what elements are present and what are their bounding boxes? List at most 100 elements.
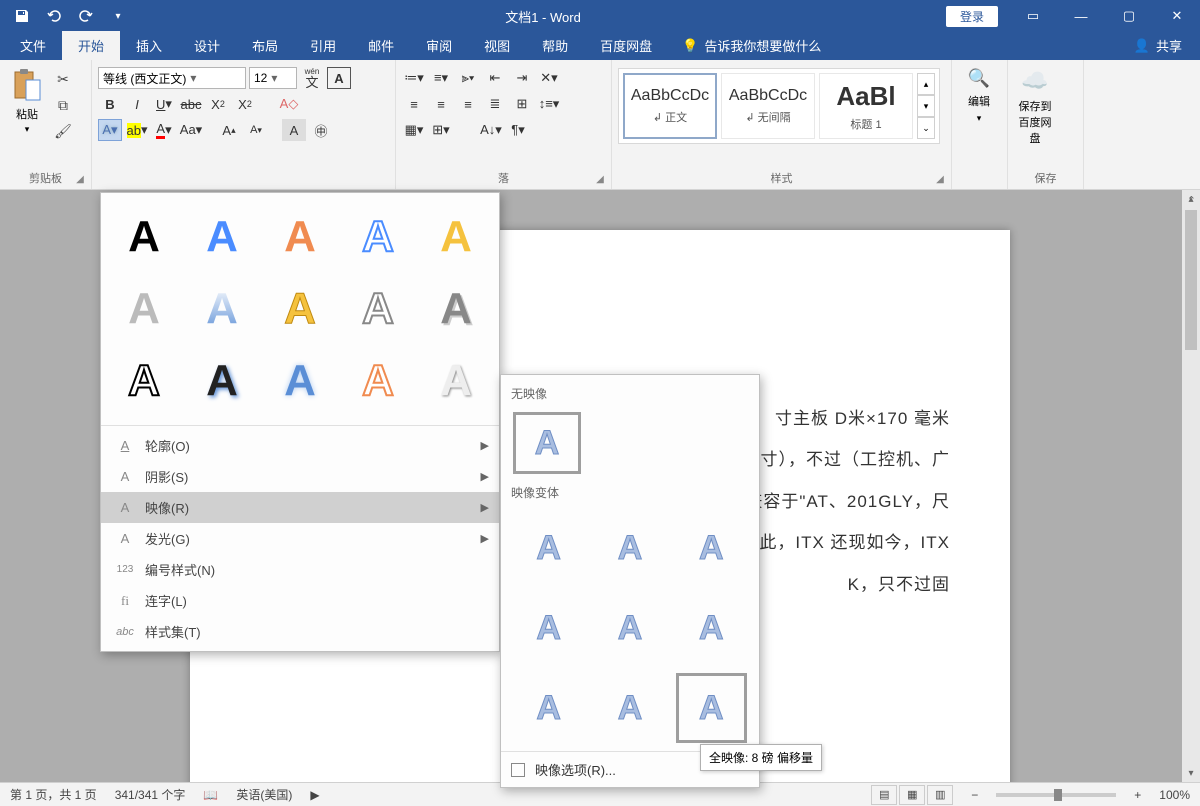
fx-preset-1[interactable]: A — [109, 205, 179, 269]
cut-icon[interactable]: ✂ — [52, 68, 74, 90]
style-nospacing[interactable]: AaBbCcDc↲ 无间隔 — [721, 73, 815, 139]
tab-insert[interactable]: 插入 — [120, 31, 178, 60]
reflection-var-2[interactable]: A — [594, 513, 665, 583]
style-normal[interactable]: AaBbCcDc↲ 正文 — [623, 73, 717, 139]
zoom-level[interactable]: 100% — [1159, 788, 1190, 802]
redo-icon[interactable] — [72, 2, 100, 30]
reflection-var-8[interactable]: A — [594, 673, 665, 743]
tab-help[interactable]: 帮助 — [526, 31, 584, 60]
numbering-icon[interactable]: ≡▾ — [429, 67, 453, 89]
enclose-char-icon[interactable]: ㊥ — [309, 119, 333, 141]
gallery-more-icon[interactable]: ⌄ — [917, 117, 935, 139]
view-print-icon[interactable]: ▦ — [899, 785, 925, 805]
italic-icon[interactable]: I — [125, 93, 149, 115]
fx-preset-5[interactable]: A — [421, 205, 491, 269]
fx-preset-13[interactable]: A — [265, 349, 335, 413]
phonetic-guide-icon[interactable]: wén文 — [300, 67, 324, 89]
reflection-var-9[interactable]: A — [676, 673, 747, 743]
fx-preset-6[interactable]: A — [109, 277, 179, 341]
fx-shadow[interactable]: A阴影(S)▶ — [101, 461, 499, 492]
font-name-combo[interactable]: 等线 (西文正文)▾ — [98, 67, 246, 89]
tell-me-search[interactable]: 💡告诉我你想要做什么 — [668, 31, 835, 60]
tab-baidu[interactable]: 百度网盘 — [584, 31, 668, 60]
zoom-out-icon[interactable]: − — [971, 788, 978, 802]
highlight-icon[interactable]: ab▾ — [125, 119, 149, 141]
sort-icon[interactable]: A↓▾ — [479, 119, 503, 141]
reflection-var-7[interactable]: A — [513, 673, 584, 743]
view-read-icon[interactable]: ▤ — [871, 785, 897, 805]
fx-preset-11[interactable]: A — [109, 349, 179, 413]
minimize-icon[interactable]: — — [1058, 0, 1104, 32]
reflection-var-6[interactable]: A — [676, 593, 747, 663]
increase-indent-icon[interactable]: ⇥ — [510, 67, 534, 89]
status-macro-icon[interactable]: ▶ — [310, 788, 319, 802]
gallery-down-icon[interactable]: ▾ — [917, 95, 935, 117]
tab-mailings[interactable]: 邮件 — [352, 31, 410, 60]
font-color-icon[interactable]: A▾ — [152, 119, 176, 141]
fx-preset-9[interactable]: A — [343, 277, 413, 341]
fx-preset-12[interactable]: A — [187, 349, 257, 413]
fx-preset-15[interactable]: A — [421, 349, 491, 413]
vertical-scrollbar[interactable]: ▴ ▾ — [1182, 190, 1200, 782]
save-icon[interactable] — [8, 2, 36, 30]
status-wordcount[interactable]: 341/341 个字 — [115, 786, 186, 803]
font-size-combo[interactable]: 12▾ — [249, 67, 297, 89]
paste-button[interactable]: 粘贴 ▾ — [6, 64, 48, 135]
styles-gallery[interactable]: AaBbCcDc↲ 正文 AaBbCcDc↲ 无间隔 AaBl标题 1 ▴▾⌄ — [618, 68, 940, 144]
grow-font-icon[interactable]: A▴ — [217, 119, 241, 141]
scroll-thumb[interactable] — [1185, 210, 1197, 350]
subscript-icon[interactable]: X2 — [206, 93, 230, 115]
shading-icon[interactable]: ▦▾ — [402, 119, 426, 141]
baidu-save-button[interactable]: ☁️保存到 百度网盘 — [1014, 64, 1056, 150]
fx-preset-4[interactable]: A — [343, 205, 413, 269]
underline-icon[interactable]: U▾ — [152, 93, 176, 115]
fx-preset-2[interactable]: A — [187, 205, 257, 269]
share-button[interactable]: 👤共享 — [1120, 31, 1196, 60]
reflection-var-4[interactable]: A — [513, 593, 584, 663]
char-shading-icon[interactable]: A — [282, 119, 306, 141]
distributed-icon[interactable]: ⊞ — [510, 93, 534, 115]
multilevel-icon[interactable]: ⫸▾ — [456, 67, 480, 89]
reflection-var-3[interactable]: A — [676, 513, 747, 583]
clear-formatting-icon[interactable]: A◇ — [277, 93, 301, 115]
line-spacing-icon[interactable]: ↕≡▾ — [537, 93, 561, 115]
justify-icon[interactable]: ≣ — [483, 93, 507, 115]
tab-file[interactable]: 文件 — [4, 31, 62, 60]
styles-launcher-icon[interactable]: ◢ — [933, 172, 947, 186]
tab-review[interactable]: 审阅 — [410, 31, 468, 60]
align-center-icon[interactable]: ≡ — [429, 93, 453, 115]
text-effects-icon[interactable]: A▾ — [98, 119, 122, 141]
shrink-font-icon[interactable]: A▾ — [244, 119, 268, 141]
decrease-indent-icon[interactable]: ⇤ — [483, 67, 507, 89]
reflection-var-5[interactable]: A — [594, 593, 665, 663]
fx-preset-8[interactable]: A — [265, 277, 335, 341]
status-language[interactable]: 英语(美国) — [236, 786, 292, 803]
zoom-slider[interactable] — [996, 793, 1116, 797]
style-heading1[interactable]: AaBl标题 1 — [819, 73, 913, 139]
strikethrough-icon[interactable]: abc — [179, 93, 203, 115]
fx-glow[interactable]: A发光(G)▶ — [101, 523, 499, 554]
char-border-icon[interactable]: A — [327, 67, 351, 89]
maximize-icon[interactable]: ▢ — [1106, 0, 1152, 32]
fx-preset-7[interactable]: A — [187, 277, 257, 341]
align-left-icon[interactable]: ≡ — [402, 93, 426, 115]
fx-preset-14[interactable]: A — [343, 349, 413, 413]
ribbon-options-icon[interactable]: ▭ — [1010, 0, 1056, 32]
tab-view[interactable]: 视图 — [468, 31, 526, 60]
fx-styleset[interactable]: abc样式集(T) — [101, 616, 499, 647]
fx-preset-10[interactable]: A — [421, 277, 491, 341]
reflection-options-checkbox[interactable] — [511, 763, 525, 777]
reflection-none[interactable]: A — [513, 412, 581, 474]
fx-ligatures[interactable]: fi连字(L) — [101, 585, 499, 616]
format-painter-icon[interactable]: 🖌 — [52, 120, 74, 142]
fx-reflection[interactable]: A映像(R)▶ — [101, 492, 499, 523]
fx-number-style[interactable]: 123编号样式(N) — [101, 554, 499, 585]
tab-home[interactable]: 开始 — [62, 31, 120, 60]
undo-icon[interactable] — [40, 2, 68, 30]
show-marks-icon[interactable]: ¶▾ — [506, 119, 530, 141]
borders-icon[interactable]: ⊞▾ — [429, 119, 453, 141]
asian-layout-icon[interactable]: ✕▾ — [537, 67, 561, 89]
fx-outline[interactable]: A轮廓(O)▶ — [101, 430, 499, 461]
scroll-down-icon[interactable]: ▾ — [1182, 764, 1200, 782]
qat-customize-icon[interactable]: ▾ — [104, 2, 132, 30]
